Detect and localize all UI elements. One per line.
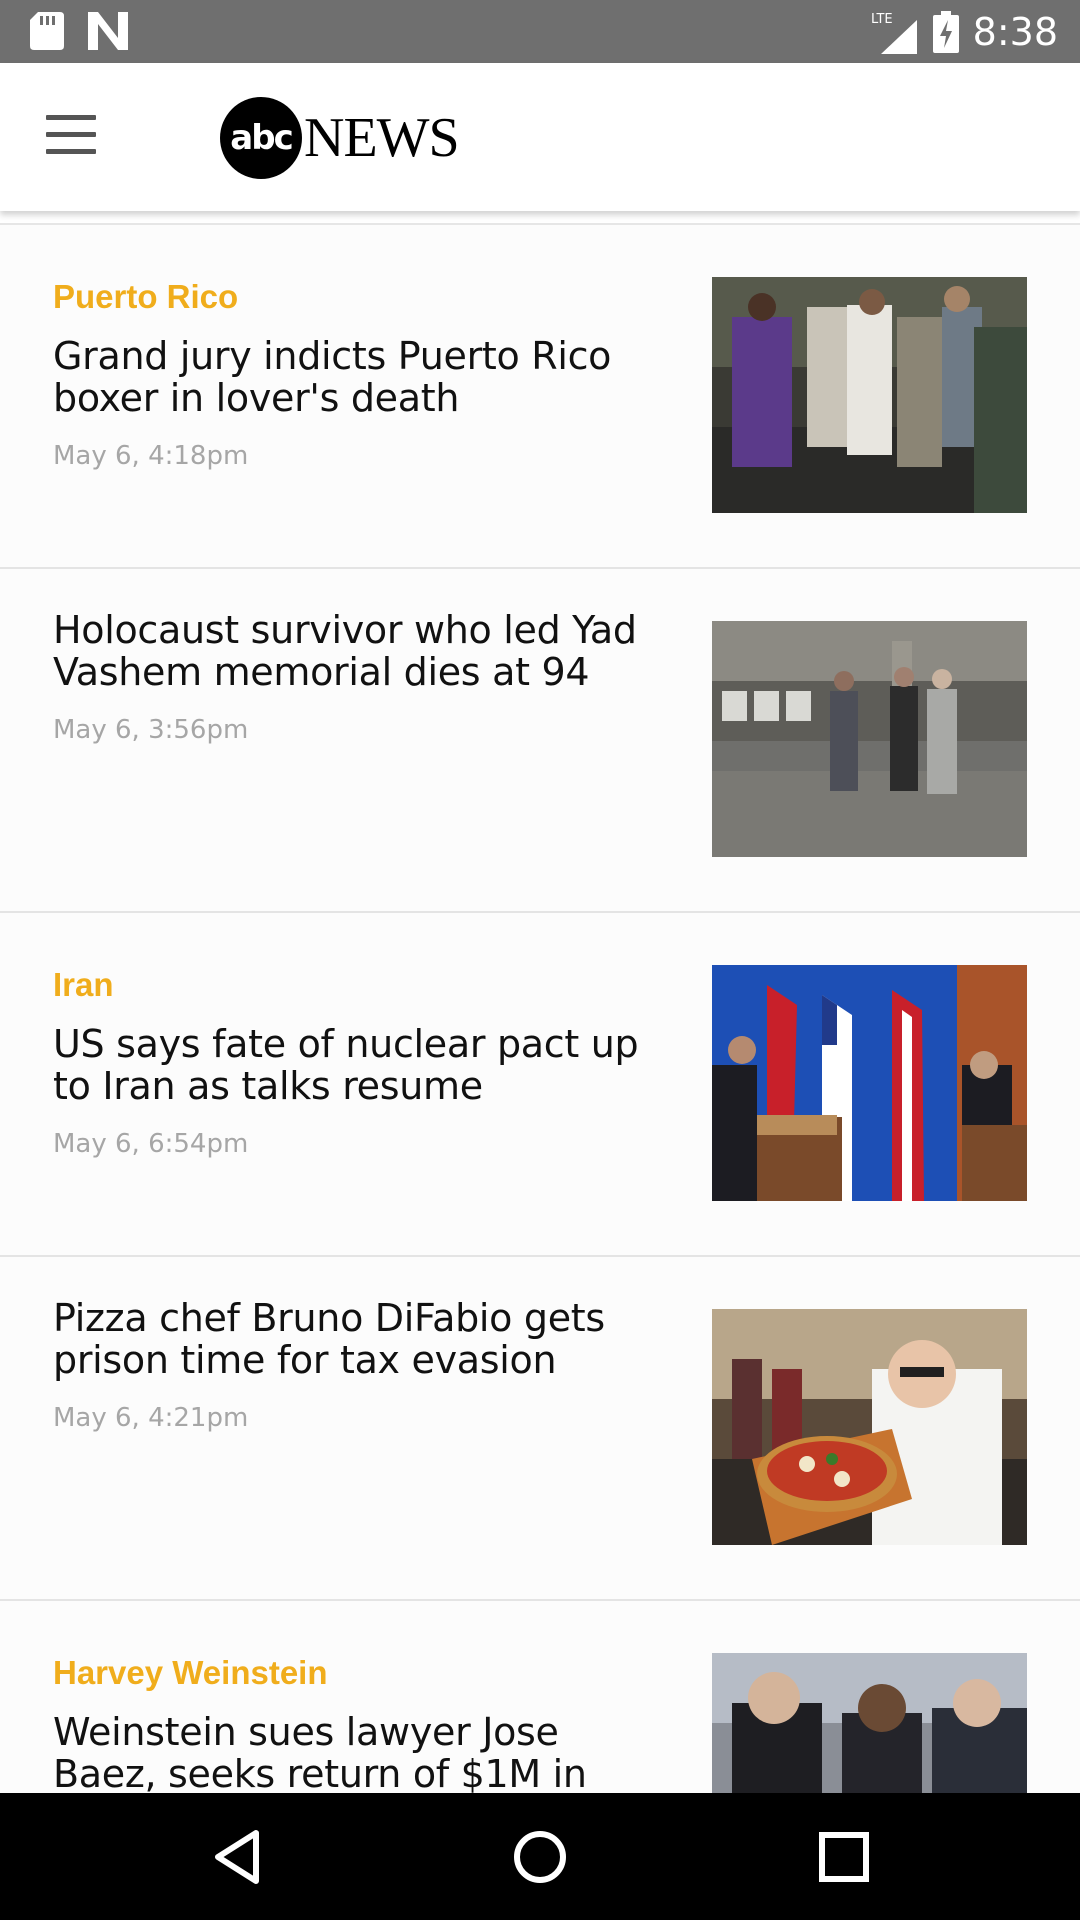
story-headline[interactable]: Grand jury indicts Puerto Rico boxer in … [53,335,653,419]
system-nav-bar [0,1793,1080,1920]
story-thumbnail[interactable] [712,277,1027,513]
story-thumbnail[interactable] [712,1309,1027,1545]
story-text: Harvey Weinstein Weinstein sues lawyer J… [53,1653,653,1793]
battery-charging-icon [932,11,959,53]
story-date: May 6, 4:21pm [53,1403,249,1433]
status-time: 8:38 [972,10,1058,54]
story-text: Puerto Rico Grand jury indicts Puerto Ri… [53,277,653,471]
story-headline[interactable]: US says fate of nuclear pact up to Iran … [53,1023,653,1107]
home-circle-icon[interactable] [510,1827,570,1887]
back-triangle-icon[interactable] [208,1827,268,1887]
story-card[interactable]: Holocaust survivor who led Yad Vashem me… [0,569,1080,913]
story-date: May 6, 6:54pm [53,1129,249,1159]
story-card[interactable]: Harvey Weinstein Weinstein sues lawyer J… [0,1601,1080,1793]
logo-badge: abc [220,97,302,179]
story-headline[interactable]: Weinstein sues lawyer Jose Baez, seeks r… [53,1711,653,1793]
hamburger-menu-icon[interactable] [46,115,98,155]
lte-label: LTE [871,12,893,27]
abc-news-logo[interactable]: abc NEWS [220,97,460,179]
n-notification-icon [88,12,128,50]
lte-signal-icon: LTE [871,12,917,54]
story-text: Iran US says fate of nuclear pact up to … [53,965,653,1159]
status-bar: LTE 8:38 [0,0,1080,63]
story-thumbnail[interactable] [712,965,1027,1201]
story-date: May 6, 3:56pm [53,715,249,745]
story-thumbnail[interactable] [712,621,1027,857]
story-card[interactable]: Puerto Rico Grand jury indicts Puerto Ri… [0,225,1080,569]
story-category[interactable]: Puerto Rico [53,277,653,317]
story-date: May 6, 4:18pm [53,441,249,471]
sd-card-icon [30,12,64,50]
story-category[interactable]: Iran [53,965,653,1005]
story-card[interactable]: Iran US says fate of nuclear pact up to … [0,913,1080,1257]
story-category[interactable]: Harvey Weinstein [53,1653,653,1693]
app-header: abc NEWS [0,63,1080,211]
story-text: Pizza chef Bruno DiFabio gets prison tim… [53,1297,653,1433]
story-card[interactable]: Pizza chef Bruno DiFabio gets prison tim… [0,1257,1080,1601]
story-headline[interactable]: Pizza chef Bruno DiFabio gets prison tim… [53,1297,653,1381]
story-headline[interactable]: Holocaust survivor who led Yad Vashem me… [53,609,653,693]
story-thumbnail[interactable] [712,1653,1027,1793]
feed-divider [0,211,1080,225]
story-feed[interactable]: Puerto Rico Grand jury indicts Puerto Ri… [0,211,1080,1793]
story-text: Holocaust survivor who led Yad Vashem me… [53,609,653,745]
logo-text: NEWS [304,107,460,169]
recents-square-icon[interactable] [814,1827,874,1887]
